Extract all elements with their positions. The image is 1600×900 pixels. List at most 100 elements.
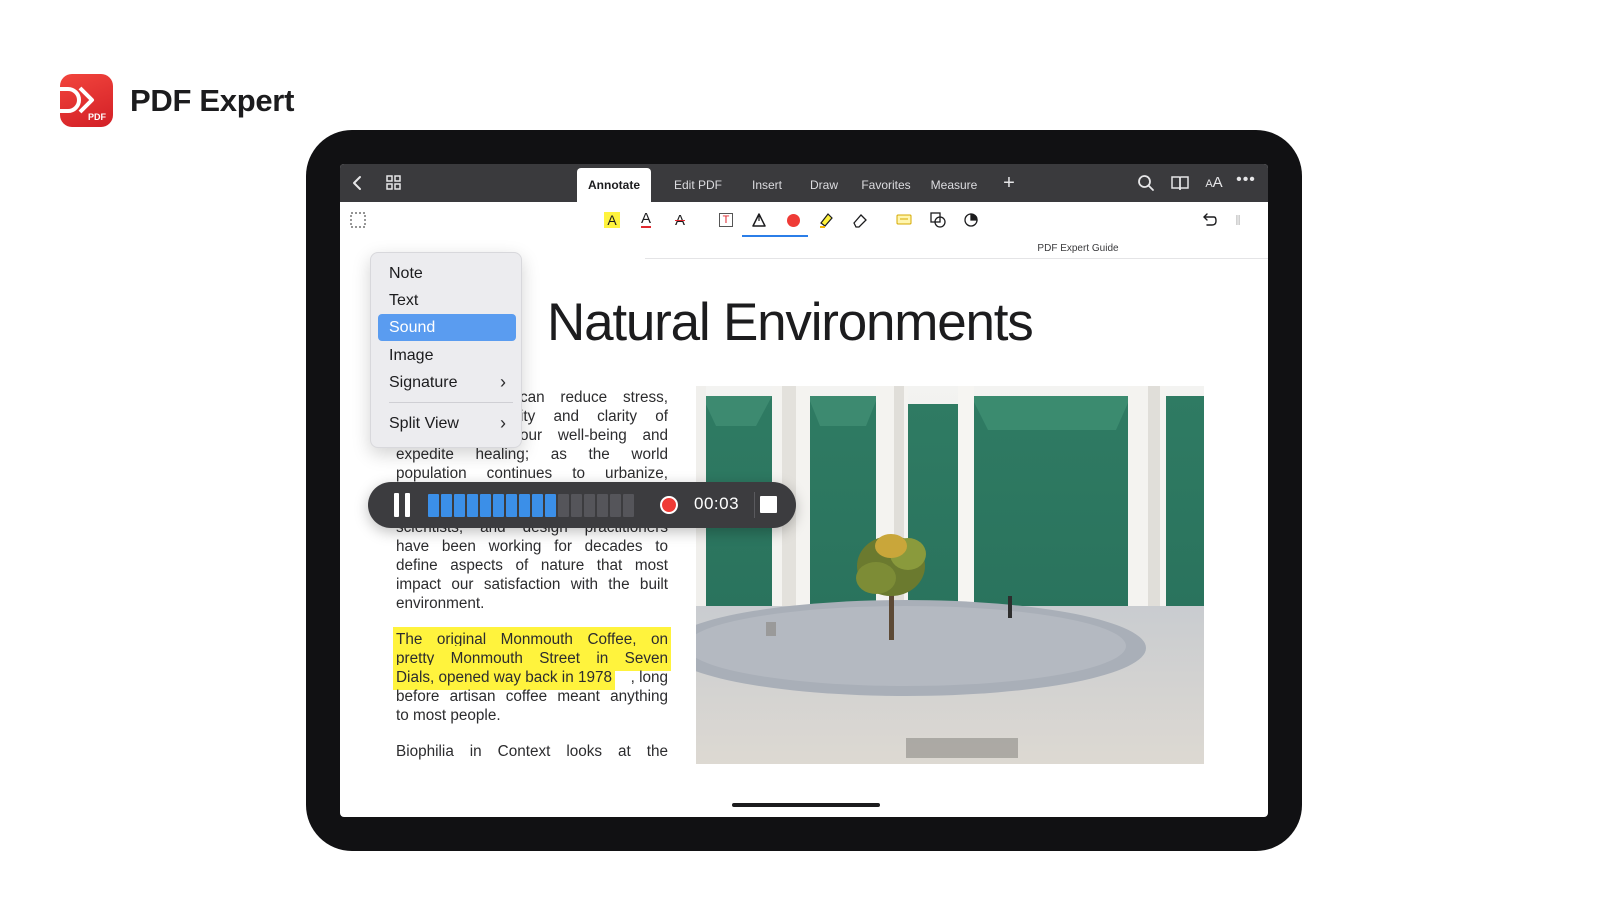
logo-text: PDF <box>88 112 107 122</box>
book-icon[interactable] <box>1170 173 1190 193</box>
menu-item-label: Signature <box>389 374 458 391</box>
text-line: define aspects of nature that most <box>396 557 668 574</box>
level-bar <box>532 494 543 517</box>
chevron-right-icon: › <box>500 372 506 392</box>
text-line: before artisan coffee meant anything <box>396 688 668 705</box>
tab-draw[interactable]: Draw <box>798 168 850 202</box>
menu-item-signature[interactable]: Signature › <box>378 369 516 396</box>
level-bar <box>493 494 504 517</box>
selection-icon[interactable] <box>346 208 370 232</box>
page-heading: Natural Environments <box>547 293 1034 352</box>
strikethrough-text-icon[interactable]: A <box>668 208 692 232</box>
recording-indicator-icon <box>660 496 678 514</box>
brand: PDF PDF Expert <box>60 74 294 127</box>
highlighted-text[interactable]: The original Monmouth Coffee, on <box>396 630 668 649</box>
divider <box>645 258 1268 259</box>
textbox-glyph: T <box>718 213 734 227</box>
active-tool-underline <box>742 235 808 237</box>
highlighter-icon[interactable] <box>814 208 838 232</box>
level-bar <box>610 494 621 517</box>
level-bar <box>597 494 608 517</box>
highlighted-text[interactable]: Dials, opened way back in 1978 <box>396 668 612 687</box>
ipad-frame: Annotate Edit PDF Insert Draw Favorites … <box>306 130 1302 851</box>
menu-item-text[interactable]: Text <box>378 287 516 314</box>
annotation-toolbar: A A A T ‖ <box>340 202 1268 238</box>
level-bar <box>506 494 517 517</box>
level-bar <box>545 494 556 517</box>
pdf-expert-logo: PDF <box>60 74 113 127</box>
level-bar <box>428 494 439 517</box>
menu-item-label: Note <box>389 265 423 282</box>
text-size-icon[interactable]: AA <box>1202 173 1226 193</box>
level-bar <box>467 494 478 517</box>
sound-recorder: 00:03 <box>368 482 796 528</box>
tab-annotate[interactable]: Annotate <box>577 168 651 202</box>
text-line: environment. <box>396 595 485 612</box>
text-line: to most people. <box>396 707 501 724</box>
level-bar <box>454 494 465 517</box>
document-title: PDF Expert Guide <box>1037 243 1119 254</box>
menu-item-note[interactable]: Note <box>378 260 516 287</box>
screen: Annotate Edit PDF Insert Draw Favorites … <box>340 164 1268 817</box>
more-icon[interactable]: ••• <box>1236 172 1256 193</box>
text-line: population continues to urbanize, <box>396 465 668 482</box>
text-line: The original Monmouth Coffee, on <box>396 630 668 649</box>
menu-item-label: Split View <box>389 415 459 432</box>
undo-icon[interactable] <box>1197 208 1221 232</box>
text-line: have been working for decades to <box>396 538 668 555</box>
text-fragment: , long <box>630 669 668 686</box>
level-bar <box>571 494 582 517</box>
shapes-icon[interactable] <box>926 208 950 232</box>
stamp-icon[interactable] <box>959 208 983 232</box>
level-bar <box>519 494 530 517</box>
recording-level-meter <box>428 494 634 517</box>
pen-icon[interactable] <box>747 208 771 232</box>
recording-time: 00:03 <box>694 494 740 513</box>
record-icon[interactable] <box>781 208 805 232</box>
add-tab-icon[interactable]: + <box>999 173 1019 193</box>
stop-icon[interactable] <box>760 496 777 513</box>
level-bar <box>441 494 452 517</box>
menu-item-label: Text <box>389 292 419 309</box>
menu-item-split-view[interactable]: Split View › <box>378 410 516 437</box>
menu-item-label: Sound <box>389 319 436 336</box>
paragraph-4: Biophilia in Context looks at the <box>396 743 668 760</box>
menu-item-label: Image <box>389 347 434 364</box>
text-line: pretty Monmouth Street in Seven <box>396 649 668 668</box>
highlight-glyph: A <box>604 212 620 228</box>
underline-text-icon[interactable]: A <box>634 208 658 232</box>
tab-favorites[interactable]: Favorites <box>856 168 916 202</box>
level-bar <box>480 494 491 517</box>
tab-insert[interactable]: Insert <box>740 168 794 202</box>
menu-item-sound[interactable]: Sound <box>378 314 516 341</box>
menu-separator <box>389 402 513 403</box>
paragraph-3: The original Monmouth Coffee, on pretty … <box>396 630 668 725</box>
comment-icon[interactable] <box>892 208 916 232</box>
back-chevron-icon[interactable] <box>348 173 368 193</box>
level-bar <box>584 494 595 517</box>
tab-edit-pdf[interactable]: Edit PDF <box>662 168 734 202</box>
strike-glyph: A <box>674 211 685 229</box>
eraser-icon[interactable] <box>848 208 872 232</box>
top-tab-bar: Annotate Edit PDF Insert Draw Favorites … <box>340 164 1268 202</box>
grid-icon[interactable] <box>384 173 404 193</box>
level-bar <box>623 494 634 517</box>
search-icon[interactable] <box>1136 173 1156 193</box>
paragraph-2: scientists, and design practitioners hav… <box>396 518 668 613</box>
highlight-text-icon[interactable]: A <box>600 208 624 232</box>
text-box-icon[interactable]: T <box>714 208 738 232</box>
chevron-right-icon: › <box>500 413 506 433</box>
tab-measure[interactable]: Measure <box>924 168 984 202</box>
level-bar <box>558 494 569 517</box>
toolbar-handle-icon[interactable]: ‖ <box>1226 208 1250 232</box>
insert-menu: Note Text Sound Image Signature › Split … <box>370 252 522 448</box>
menu-item-image[interactable]: Image <box>378 342 516 369</box>
underline-glyph: A <box>640 210 651 228</box>
highlighted-text[interactable]: pretty Monmouth Street in Seven <box>396 649 668 668</box>
architecture-photo <box>696 386 1204 764</box>
brand-name: PDF Expert <box>130 82 295 118</box>
text-line: impact our satisfaction with the built <box>396 576 668 593</box>
text-line: Dials, opened way back in 1978 , long <box>396 668 668 687</box>
pause-icon[interactable] <box>394 493 412 517</box>
divider <box>754 492 755 518</box>
